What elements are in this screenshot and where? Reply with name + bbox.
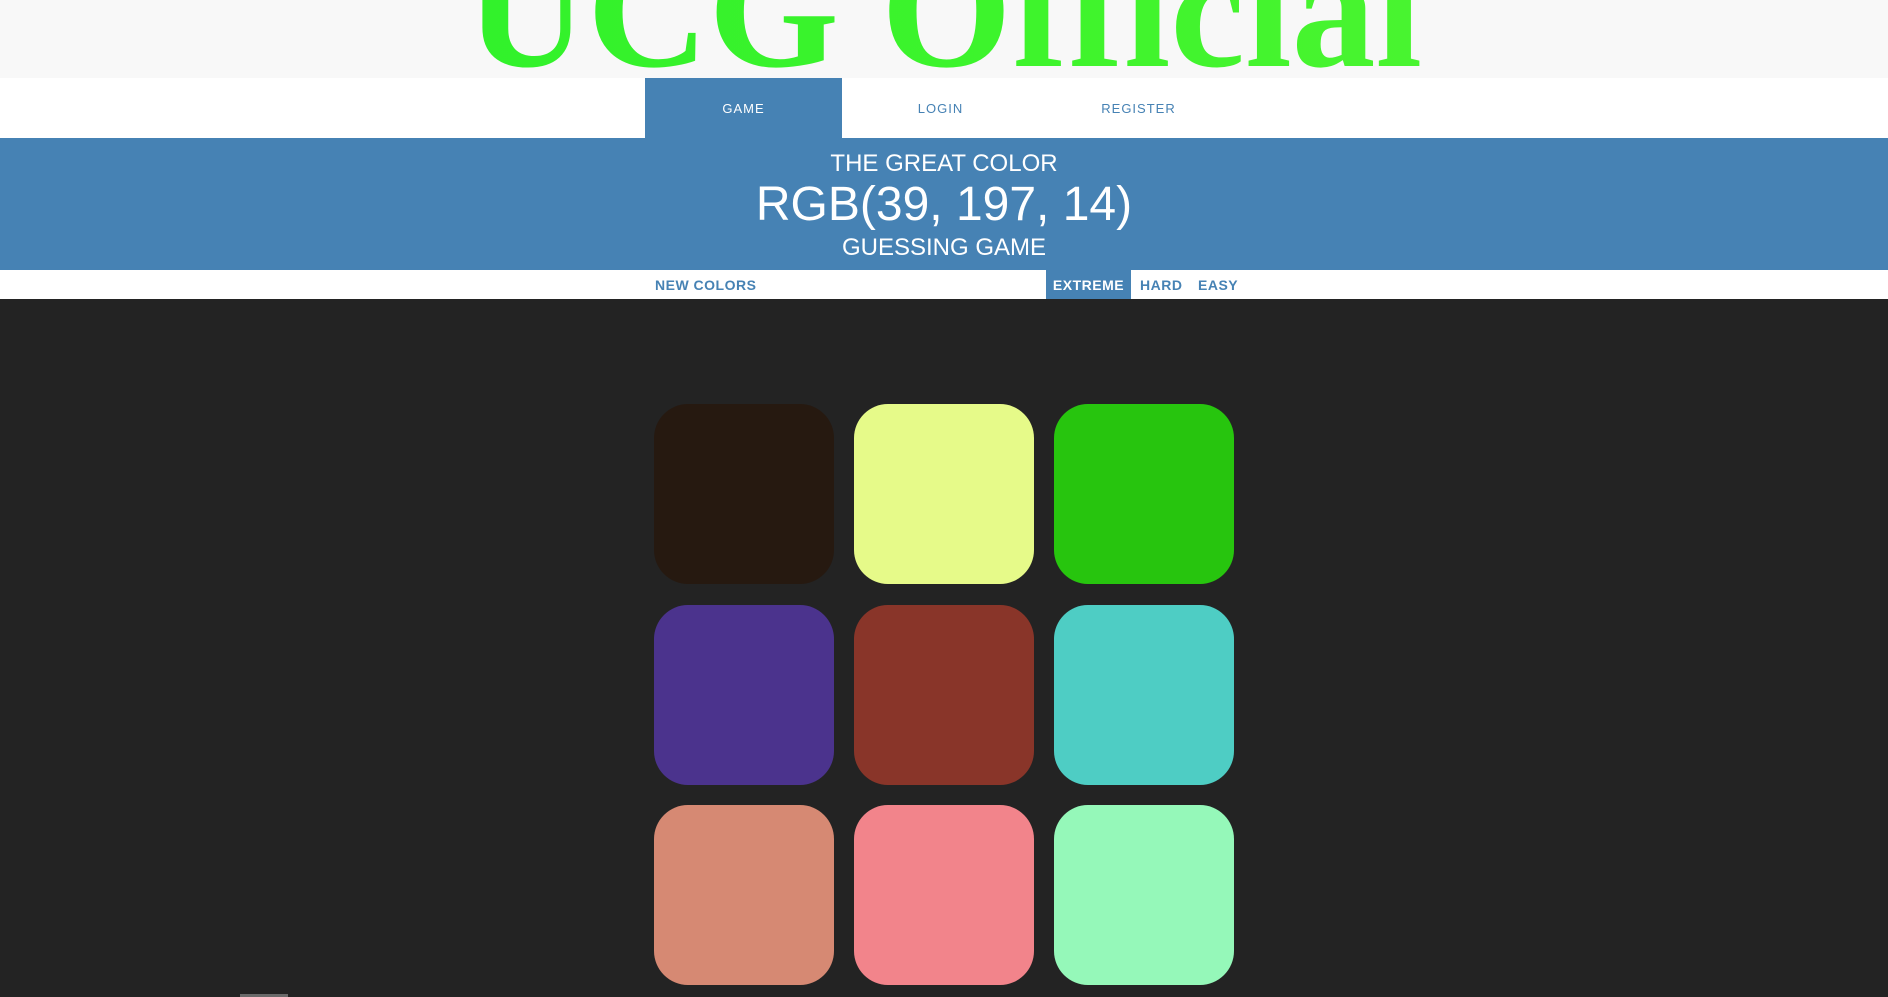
header-title-top: THE GREAT COLOR (830, 150, 1058, 177)
game-header: THE GREAT COLOR RGB(39, 197, 14) GUESSIN… (0, 138, 1888, 270)
color-square[interactable] (854, 805, 1034, 985)
color-square[interactable] (1054, 805, 1234, 985)
site-banner: UCG Official (0, 0, 1888, 78)
color-square[interactable] (654, 404, 834, 584)
nav-tab-register[interactable]: REGISTER (1040, 78, 1237, 138)
color-square[interactable] (1054, 404, 1234, 584)
color-square[interactable] (654, 805, 834, 985)
target-rgb-display: RGB(39, 197, 14) (755, 178, 1133, 231)
mode-hard-button[interactable]: HARD (1140, 270, 1182, 299)
mode-easy-button[interactable]: EASY (1198, 270, 1238, 299)
site-title: UCG Official (0, 0, 1888, 78)
header-title-bottom: GUESSING GAME (841, 234, 1047, 261)
page-root: UCG Official GAME LOGIN REGISTER THE GRE… (0, 0, 1888, 997)
new-colors-button[interactable]: NEW COLORS (655, 270, 756, 299)
mode-extreme-button[interactable]: EXTREME (1046, 270, 1131, 299)
nav-tab-game[interactable]: GAME (645, 78, 842, 138)
color-square[interactable] (854, 605, 1034, 785)
nav-tab-login[interactable]: LOGIN (842, 78, 1039, 138)
color-square[interactable] (854, 404, 1034, 584)
control-strip: NEW COLORS EXTREME HARD EASY (0, 270, 1888, 299)
color-square[interactable] (1054, 605, 1234, 785)
color-square[interactable] (654, 605, 834, 785)
main-nav: GAME LOGIN REGISTER (0, 78, 1888, 138)
